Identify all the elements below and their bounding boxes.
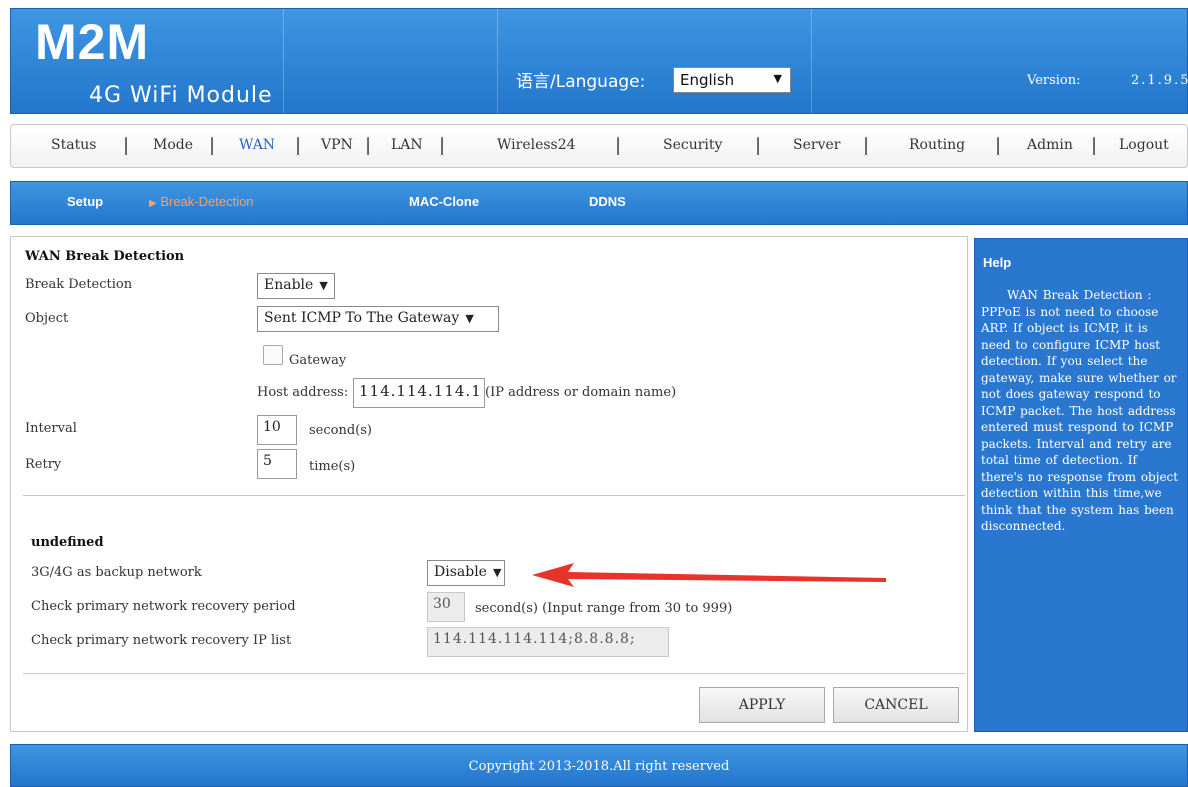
nav-separator: | xyxy=(439,135,446,156)
annotation-arrow-icon xyxy=(532,563,886,587)
help-title: Help xyxy=(983,255,1012,270)
version-value: 2.1.9.5 xyxy=(1131,73,1188,88)
retry-label: Retry xyxy=(25,457,62,472)
section-divider xyxy=(23,495,965,496)
interval-label: Interval xyxy=(25,421,77,436)
nav-security[interactable]: Security xyxy=(663,137,722,153)
subnav-mac-clone[interactable]: MAC-Clone xyxy=(409,194,479,209)
dropdown-arrow-icon: ▼ xyxy=(492,566,502,579)
settings-panel: WAN Break Detection Break Detection Enab… xyxy=(10,236,968,732)
backup-network-select-value: Disable xyxy=(434,564,487,580)
dropdown-arrow-icon: ▼ xyxy=(773,72,782,85)
nav-vpn[interactable]: VPN xyxy=(321,137,353,153)
nav-separator: | xyxy=(365,135,372,156)
host-address-hint: (IP address or domain name) xyxy=(485,385,677,400)
main-nav: Status | Mode | WAN | VPN | LAN | Wirele… xyxy=(10,124,1188,168)
recovery-ip-list-input[interactable]: 114.114.114.114;8.8.8.8; xyxy=(427,627,669,657)
host-address-input[interactable]: 114.114.114.1 xyxy=(353,378,485,408)
backup-network-select[interactable]: Disable ▼ xyxy=(427,560,505,586)
recovery-period-input[interactable]: 30 xyxy=(427,592,465,622)
nav-routing[interactable]: Routing xyxy=(909,137,965,153)
section-title-backup: undefined xyxy=(31,535,104,550)
header-banner: M2M 4G WiFi Module 语言/Language: English … xyxy=(10,8,1188,114)
version-label: Version: xyxy=(1027,73,1081,88)
nav-wireless24[interactable]: Wireless24 xyxy=(497,137,576,153)
brand-logo: M2M xyxy=(35,14,150,70)
help-text: WAN Break Detection : PPPoE is not need … xyxy=(981,288,1179,533)
triangle-right-icon: ▶ xyxy=(149,198,157,209)
gateway-checkbox[interactable] xyxy=(263,345,283,365)
recovery-period-hint: second(s) (Input range from 30 to 999) xyxy=(475,601,733,616)
nav-separator: | xyxy=(863,135,870,156)
host-address-label: Host address: xyxy=(257,385,349,400)
subnav-break-detection-label: Break-Detection xyxy=(160,194,254,209)
nav-lan[interactable]: LAN xyxy=(391,137,423,153)
object-select-value: Sent ICMP To The Gateway xyxy=(264,310,460,326)
nav-wan[interactable]: WAN xyxy=(239,137,275,153)
nav-logout[interactable]: Logout xyxy=(1119,137,1169,153)
subnav-break-detection[interactable]: ▶ Break-Detection xyxy=(149,194,254,209)
language-select-value: English xyxy=(680,71,735,89)
retry-input[interactable]: 5 xyxy=(257,449,297,479)
help-panel: Help WAN Break Detection : PPPoE is not … xyxy=(974,238,1188,732)
nav-separator: | xyxy=(1091,135,1098,156)
nav-separator: | xyxy=(123,135,130,156)
subnav-ddns[interactable]: DDNS xyxy=(589,194,626,209)
break-detection-label: Break Detection xyxy=(25,277,133,292)
footer: Copyright 2013-2018.All right reserved xyxy=(10,744,1188,787)
backup-network-label: 3G/4G as backup network xyxy=(31,565,202,580)
nav-separator: | xyxy=(295,135,302,156)
break-detection-select[interactable]: Enable ▼ xyxy=(257,273,335,299)
gateway-checkbox-label: Gateway xyxy=(289,353,347,368)
nav-separator: | xyxy=(755,135,762,156)
break-detection-select-value: Enable xyxy=(264,277,314,293)
nav-separator: | xyxy=(995,135,1002,156)
copyright-text: Copyright 2013-2018.All right reserved xyxy=(468,759,730,774)
nav-separator: | xyxy=(615,135,622,156)
sub-nav: Setup ▶ Break-Detection MAC-Clone DDNS xyxy=(10,181,1188,225)
nav-status[interactable]: Status xyxy=(51,137,96,153)
dropdown-arrow-icon: ▼ xyxy=(465,312,474,325)
object-label: Object xyxy=(25,311,69,326)
nav-separator: | xyxy=(209,135,216,156)
interval-unit: second(s) xyxy=(309,423,372,438)
language-label: 语言/Language: xyxy=(516,72,646,92)
section-divider xyxy=(23,673,965,674)
nav-admin[interactable]: Admin xyxy=(1027,137,1073,153)
dropdown-arrow-icon: ▼ xyxy=(319,279,328,292)
section-title-break-detection: WAN Break Detection xyxy=(25,249,185,264)
object-select[interactable]: Sent ICMP To The Gateway ▼ xyxy=(257,306,499,332)
retry-unit: time(s) xyxy=(309,459,356,474)
cancel-button[interactable]: CANCEL xyxy=(833,687,959,723)
nav-server[interactable]: Server xyxy=(793,137,840,153)
interval-input[interactable]: 10 xyxy=(257,415,297,445)
nav-mode[interactable]: Mode xyxy=(153,137,193,153)
product-subtitle: 4G WiFi Module xyxy=(89,83,273,108)
language-select[interactable]: English ▼ xyxy=(673,67,791,93)
subnav-setup[interactable]: Setup xyxy=(67,194,103,209)
apply-button[interactable]: APPLY xyxy=(699,687,825,723)
recovery-ip-list-label: Check primary network recovery IP list xyxy=(31,633,292,648)
recovery-period-label: Check primary network recovery period xyxy=(31,599,296,614)
